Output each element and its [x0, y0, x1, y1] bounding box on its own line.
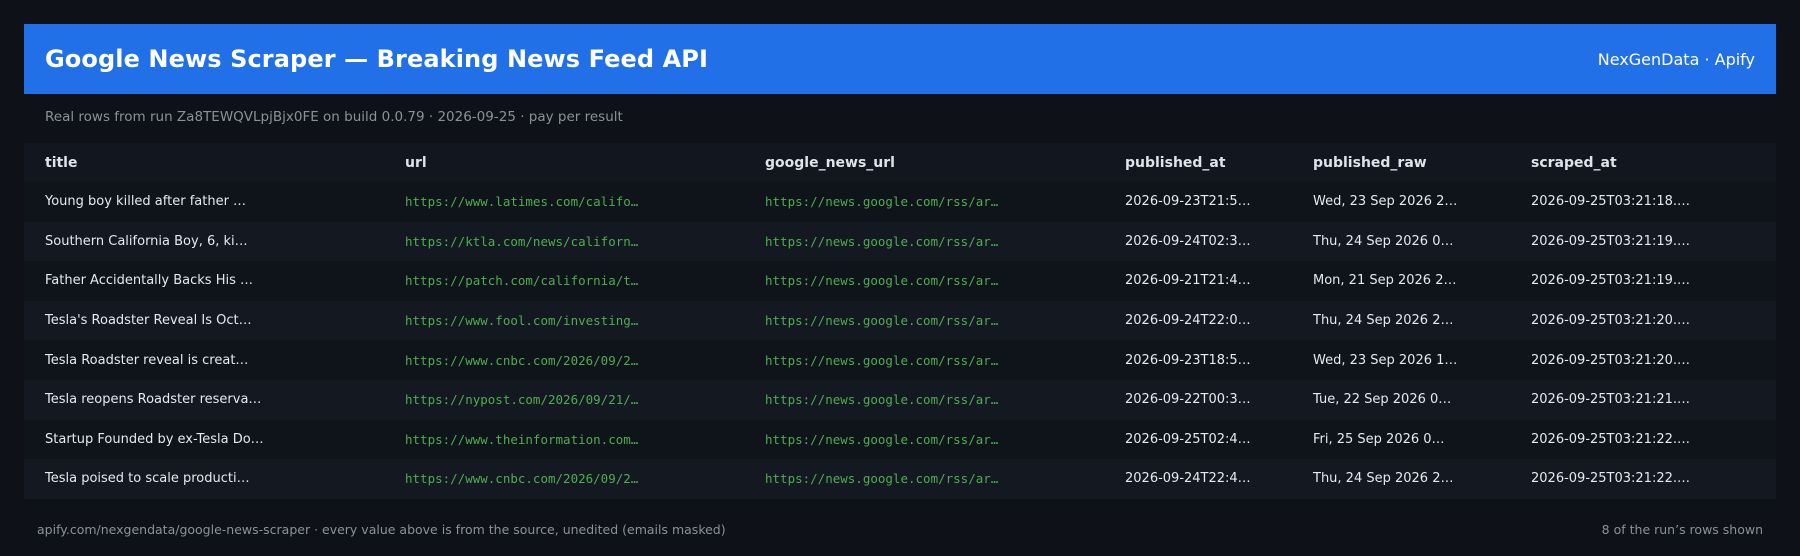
table-row[interactable]: Father Accidentally Backs His … https://p…: [24, 261, 1776, 301]
cell-scraped-at: 2026-09-25T03:21:22.…: [1510, 459, 1776, 499]
results-table: title url google_news_url published_at p…: [24, 143, 1776, 499]
column-header-google-news-url[interactable]: google_news_url: [744, 143, 1104, 182]
cell-title: Southern California Boy, 6, ki…: [24, 221, 384, 262]
table-row[interactable]: Tesla poised to scale producti… https://w…: [24, 459, 1776, 499]
cell-google-news-url[interactable]: https://news.google.com/rss/ar…: [744, 340, 1104, 380]
cell-published-at: 2026-09-24T02:3…: [1104, 221, 1292, 262]
cell-scraped-at: 2026-09-25T03:21:20.…: [1510, 340, 1776, 380]
cell-url[interactable]: https://www.cnbc.com/2026/09/2…: [384, 459, 744, 499]
cell-published-raw: Wed, 23 Sep 2026 1…: [1292, 340, 1510, 380]
cell-title: Tesla reopens Roadster reserva…: [24, 379, 384, 420]
cell-url[interactable]: https://www.latimes.com/califo…: [384, 182, 744, 222]
cell-scraped-at: 2026-09-25T03:21:20.…: [1510, 300, 1776, 341]
cell-title: Father Accidentally Backs His …: [24, 261, 384, 301]
cell-google-news-url[interactable]: https://news.google.com/rss/ar…: [744, 459, 1104, 499]
cell-published-at: 2026-09-23T18:5…: [1104, 340, 1292, 380]
cell-title: Young boy killed after father …: [24, 182, 384, 222]
cell-url[interactable]: https://patch.com/california/t…: [384, 261, 744, 301]
cell-google-news-url[interactable]: https://news.google.com/rss/ar…: [744, 261, 1104, 301]
cell-published-raw: Thu, 24 Sep 2026 2…: [1292, 459, 1510, 499]
cell-published-at: 2026-09-22T00:3…: [1104, 379, 1292, 420]
cell-scraped-at: 2026-09-25T03:21:22.…: [1510, 419, 1776, 460]
cell-scraped-at: 2026-09-25T03:21:18.…: [1510, 182, 1776, 222]
cell-url[interactable]: https://www.fool.com/investing…: [384, 300, 744, 341]
cell-published-raw: Thu, 24 Sep 2026 2…: [1292, 300, 1510, 341]
cell-published-raw: Thu, 24 Sep 2026 0…: [1292, 221, 1510, 262]
cell-published-raw: Fri, 25 Sep 2026 0…: [1292, 419, 1510, 460]
cell-published-raw: Mon, 21 Sep 2026 2…: [1292, 261, 1510, 301]
cell-google-news-url[interactable]: https://news.google.com/rss/ar…: [744, 300, 1104, 341]
table-header-row: title url google_news_url published_at p…: [24, 143, 1776, 182]
cell-title: Tesla poised to scale producti…: [24, 459, 384, 499]
table-row[interactable]: Southern California Boy, 6, ki… https://k…: [24, 221, 1776, 262]
table-row[interactable]: Startup Founded by ex-Tesla Do… https://w…: [24, 419, 1776, 460]
brand-label: NexGenData · Apify: [1597, 49, 1755, 69]
results-table-container: title url google_news_url published_at p…: [24, 143, 1776, 499]
column-header-scraped-at[interactable]: scraped_at: [1510, 143, 1776, 182]
column-header-title[interactable]: title: [24, 143, 384, 182]
cell-scraped-at: 2026-09-25T03:21:19.…: [1510, 261, 1776, 301]
cell-url[interactable]: https://ktla.com/news/californ…: [384, 221, 744, 262]
cell-published-at: 2026-09-24T22:0…: [1104, 300, 1292, 341]
column-header-published-at[interactable]: published_at: [1104, 143, 1292, 182]
cell-google-news-url[interactable]: https://news.google.com/rss/ar…: [744, 419, 1104, 460]
cell-url[interactable]: https://www.theinformation.com…: [384, 419, 744, 460]
cell-title: Startup Founded by ex-Tesla Do…: [24, 419, 384, 460]
table-row[interactable]: Tesla reopens Roadster reserva… https://n…: [24, 379, 1776, 420]
table-row[interactable]: Tesla Roadster reveal is creat… https://w…: [24, 340, 1776, 380]
table-row[interactable]: Tesla's Roadster Reveal Is Oct… https://w…: [24, 300, 1776, 341]
cell-url[interactable]: https://www.cnbc.com/2026/09/2…: [384, 340, 744, 380]
table-row[interactable]: Young boy killed after father … https://w…: [24, 182, 1776, 222]
footer-source-note: apify.com/nexgendata/google-news-scraper…: [37, 522, 726, 537]
cell-google-news-url[interactable]: https://news.google.com/rss/ar…: [744, 182, 1104, 222]
cell-published-at: 2026-09-25T02:4…: [1104, 419, 1292, 460]
run-info-subtitle: Real rows from run Za8TEWQVLpjBjx0FE on …: [45, 109, 623, 125]
cell-published-raw: Tue, 22 Sep 2026 0…: [1292, 379, 1510, 420]
footer-row-count: 8 of the run’s rows shown: [1601, 522, 1763, 537]
cell-google-news-url[interactable]: https://news.google.com/rss/ar…: [744, 379, 1104, 420]
cell-title: Tesla's Roadster Reveal Is Oct…: [24, 300, 384, 341]
cell-published-raw: Wed, 23 Sep 2026 2…: [1292, 182, 1510, 222]
table-body: Young boy killed after father … https://w…: [24, 182, 1776, 499]
cell-published-at: 2026-09-21T21:4…: [1104, 261, 1292, 301]
cell-google-news-url[interactable]: https://news.google.com/rss/ar…: [744, 221, 1104, 262]
cell-scraped-at: 2026-09-25T03:21:19.…: [1510, 221, 1776, 262]
page-title: Google News Scraper — Breaking News Feed…: [45, 45, 709, 73]
cell-published-at: 2026-09-23T21:5…: [1104, 182, 1292, 222]
cell-url[interactable]: https://nypost.com/2026/09/21/…: [384, 379, 744, 420]
cell-title: Tesla Roadster reveal is creat…: [24, 340, 384, 380]
column-header-url[interactable]: url: [384, 143, 744, 182]
page-header: Google News Scraper — Breaking News Feed…: [24, 24, 1776, 94]
column-header-published-raw[interactable]: published_raw: [1292, 143, 1510, 182]
cell-scraped-at: 2026-09-25T03:21:21.…: [1510, 379, 1776, 420]
cell-published-at: 2026-09-24T22:4…: [1104, 459, 1292, 499]
